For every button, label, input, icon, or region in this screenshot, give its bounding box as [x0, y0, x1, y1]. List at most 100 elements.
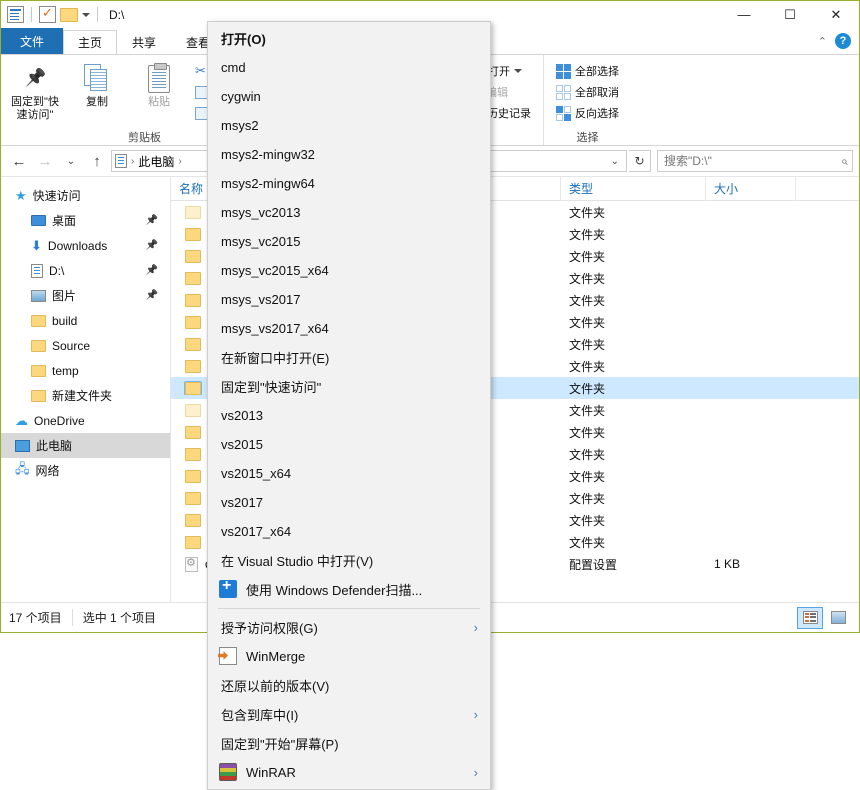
copy-label: 复制 [86, 96, 108, 108]
menu-item[interactable]: WinMerge [208, 642, 490, 671]
properties-icon[interactable] [7, 6, 24, 23]
search-box[interactable]: ⌕ [657, 150, 853, 172]
menu-item[interactable]: vs2017 [208, 488, 490, 517]
menu-item[interactable]: msys_vs2017 [208, 285, 490, 314]
menu-item[interactable]: vs2015 [208, 430, 490, 459]
minimize-button[interactable]: — [721, 1, 767, 28]
sidebar-item-[interactable]: 此电脑 [1, 433, 170, 458]
menu-item[interactable]: msys_vc2015 [208, 227, 490, 256]
sidebar-item-downloads[interactable]: ⬇ Downloads 📌 [1, 233, 170, 258]
cell-type: 文件夹 [569, 315, 606, 330]
collapse-ribbon-icon[interactable]: ⌃ [818, 35, 827, 48]
maximize-button[interactable]: ☐ [767, 1, 813, 28]
sidebar-item-[interactable]: ★ 快速访问 [1, 183, 170, 208]
menu-item[interactable]: msys_vs2017_x64 [208, 314, 490, 343]
menu-item[interactable]: cygwin [208, 82, 490, 111]
menu-item[interactable]: msys2-mingw64 [208, 169, 490, 198]
details-view-button[interactable] [797, 606, 823, 629]
invert-selection-label: 反向选择 [575, 108, 619, 120]
cell-type: 文件夹 [569, 447, 606, 462]
tab-home[interactable]: 主页 [63, 30, 118, 54]
pin-to-quick-access-button[interactable]: 固定到"快 速访问" [5, 59, 65, 124]
menu-item-label: msys_vc2013 [221, 205, 301, 220]
cell-type: 文件夹 [569, 535, 606, 550]
chevron-down-icon[interactable] [514, 69, 522, 73]
pin-icon[interactable]: 📌 [146, 290, 158, 301]
select-all-button[interactable]: 全部选择 [552, 61, 623, 81]
pin-icon[interactable]: 📌 [146, 265, 158, 276]
menu-item[interactable]: msys2-mingw32 [208, 140, 490, 169]
menu-item-label: msys_vc2015 [221, 234, 301, 249]
select-group-title: 选择 [576, 132, 599, 144]
menu-item[interactable]: 固定到"开始"屏幕(P) [208, 729, 490, 758]
recent-locations-button[interactable]: ⌄ [59, 149, 83, 173]
sidebar-item-temp[interactable]: temp [1, 358, 170, 383]
config-file-icon [185, 556, 198, 572]
cell-type: 文件夹 [569, 271, 606, 286]
paste-button[interactable]: 粘贴 [129, 59, 189, 112]
menu-item[interactable]: 在 Visual Studio 中打开(V) [208, 546, 490, 575]
tab-share[interactable]: 共享 [117, 30, 171, 54]
winrar-icon [219, 763, 237, 781]
tab-file[interactable]: 文件 [1, 28, 64, 54]
folder-icon [185, 271, 201, 285]
divider [31, 7, 32, 22]
cloud-icon: ☁ [15, 412, 28, 428]
folder-icon [185, 249, 201, 263]
pin-icon[interactable]: 📌 [146, 215, 158, 226]
menu-item[interactable]: 还原以前的版本(V) [208, 671, 490, 700]
up-button[interactable]: ↑ [85, 149, 109, 173]
menu-separator [218, 608, 480, 609]
column-header-size[interactable]: 大小 [706, 176, 796, 201]
menu-item[interactable]: 在新窗口中打开(E) [208, 343, 490, 372]
sidebar-item-build[interactable]: build [1, 308, 170, 333]
breadcrumb-separator: › [178, 155, 182, 167]
menu-item[interactable]: 授予访问权限(G) › [208, 613, 490, 642]
select-none-button[interactable]: 全部取消 [552, 82, 623, 102]
sidebar-item-[interactable]: 新建文件夹 [1, 383, 170, 408]
chevron-down-icon[interactable] [82, 12, 90, 17]
menu-item[interactable]: cmd [208, 53, 490, 82]
folder-icon [185, 315, 201, 329]
menu-item[interactable]: WinRAR › [208, 758, 490, 787]
breadcrumb-dropdown-icon[interactable]: ⌄ [607, 156, 623, 167]
menu-item[interactable]: vs2017_x64 [208, 517, 490, 546]
menu-item-label: 在新窗口中打开(E) [221, 351, 330, 366]
menu-item[interactable]: 使用 Windows Defender扫描... [208, 575, 490, 604]
back-button[interactable]: ← [7, 149, 31, 173]
search-icon[interactable]: ⌕ [841, 154, 848, 169]
help-icon[interactable]: ? [835, 33, 851, 49]
menu-item[interactable]: vs2015_x64 [208, 459, 490, 488]
sidebar-item-[interactable]: 桌面 📌 [1, 208, 170, 233]
menu-item[interactable]: 包含到库中(I) › [208, 700, 490, 729]
invert-selection-button[interactable]: 反向选择 [552, 103, 623, 123]
menu-item-label: cygwin [221, 89, 261, 104]
forward-button[interactable]: → [33, 149, 57, 173]
sidebar-item-[interactable]: 🖧 网络 [1, 458, 170, 483]
sidebar-item-source[interactable]: Source [1, 333, 170, 358]
cell-type: 配置设置 [569, 557, 618, 572]
sidebar-item-d[interactable]: D:\ 📌 [1, 258, 170, 283]
folder-icon[interactable] [60, 7, 78, 22]
search-input[interactable] [662, 153, 842, 169]
menu-item[interactable]: 固定到"快速访问" [208, 372, 490, 401]
menu-item[interactable]: vs2013 [208, 401, 490, 430]
large-icons-view-button[interactable] [825, 607, 851, 629]
menu-item[interactable]: 打开(O) [208, 24, 490, 53]
refresh-button[interactable]: ↻ [629, 150, 651, 172]
menu-item[interactable]: msys_vc2015_x64 [208, 256, 490, 285]
menu-item[interactable]: msys_vc2013 [208, 198, 490, 227]
menu-item-label: 授予访问权限(G) [221, 621, 318, 636]
breadcrumb-this-pc[interactable]: 此电脑 [138, 153, 174, 170]
sidebar-item-[interactable]: 图片 📌 [1, 283, 170, 308]
window-controls: — ☐ ✕ [721, 1, 859, 28]
menu-item[interactable]: msys2 [208, 111, 490, 140]
sidebar-item-onedrive[interactable]: ☁ OneDrive [1, 408, 170, 433]
menu-item-label: 包含到库中(I) [221, 708, 299, 723]
new-item-icon[interactable] [39, 5, 56, 23]
column-header-type[interactable]: 类型 [561, 176, 706, 201]
pin-icon[interactable]: 📌 [146, 240, 158, 251]
copy-button[interactable]: 复制 [67, 59, 127, 112]
close-button[interactable]: ✕ [813, 1, 859, 28]
cell-type: 文件夹 [569, 293, 606, 308]
